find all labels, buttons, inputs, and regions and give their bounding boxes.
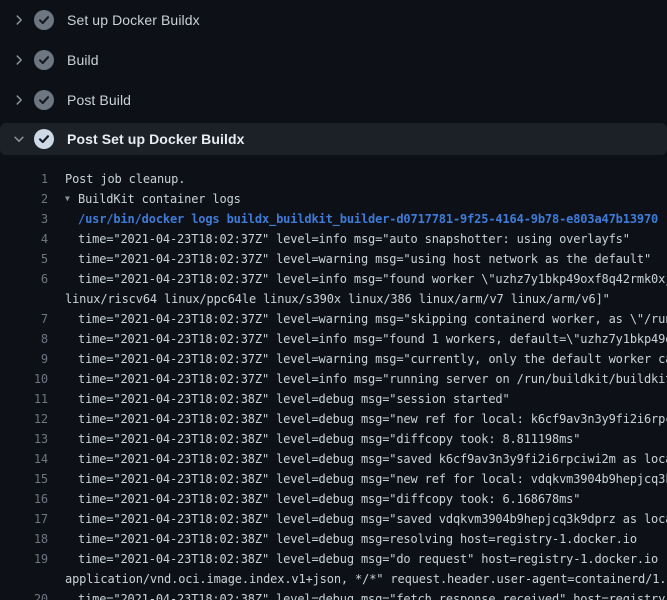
log-row: 9 time="2021-04-23T18:02:37Z" level=warni…: [0, 349, 667, 369]
line-number[interactable]: 2: [0, 189, 48, 209]
line-number[interactable]: 7: [0, 309, 48, 329]
line-number[interactable]: 1: [0, 169, 48, 189]
log-text: time="2021-04-23T18:02:37Z" level=warnin…: [78, 249, 651, 269]
log-wrap-row: linux/riscv64 linux/ppc64le linux/s390x …: [0, 289, 667, 309]
log-text: time="2021-04-23T18:02:38Z" level=debug …: [78, 469, 667, 489]
line-number[interactable]: 17: [0, 509, 48, 529]
log-text: time="2021-04-23T18:02:38Z" level=debug …: [78, 509, 667, 529]
log-command-text: /usr/bin/docker logs buildx_buildkit_bui…: [78, 209, 658, 229]
line-number[interactable]: 6: [0, 269, 48, 289]
log-row: 6 time="2021-04-23T18:02:37Z" level=info …: [0, 269, 667, 289]
steps-list: Set up Docker Buildx Build Post Build Po…: [0, 0, 667, 155]
log-row: 15 time="2021-04-23T18:02:38Z" level=debu…: [0, 469, 667, 489]
log-container: 1 Post job cleanup. 2 ▼BuildKit container l…: [0, 155, 667, 600]
log-text: application/vnd.oci.image.index.v1+json,…: [65, 569, 667, 589]
line-number[interactable]: 4: [0, 229, 48, 249]
step-label: Build: [67, 52, 99, 68]
log-row: 3/usr/bin/docker logs buildx_buildkit_bu…: [0, 209, 667, 229]
line-number[interactable]: 12: [0, 409, 48, 429]
success-check-icon: [34, 10, 54, 30]
line-number[interactable]: 11: [0, 389, 48, 409]
log-row: 17 time="2021-04-23T18:02:38Z" level=debu…: [0, 509, 667, 529]
log-text: time="2021-04-23T18:02:38Z" level=debug …: [78, 589, 667, 600]
success-check-icon: [34, 90, 54, 110]
log-row: 12 time="2021-04-23T18:02:38Z" level=debu…: [0, 409, 667, 429]
line-number: [0, 289, 48, 309]
log-text: time="2021-04-23T18:02:37Z" level=info m…: [78, 269, 667, 289]
log-row: 14 time="2021-04-23T18:02:38Z" level=debu…: [0, 449, 667, 469]
step-header-set-up-docker-buildx[interactable]: Set up Docker Buildx: [0, 0, 667, 40]
log-row: 4 time="2021-04-23T18:02:37Z" level=info …: [0, 229, 667, 249]
log-text: BuildKit container logs: [78, 189, 241, 209]
line-number: [0, 569, 48, 589]
log-text: time="2021-04-23T18:02:38Z" level=debug …: [78, 429, 580, 449]
log-row: 11 time="2021-04-23T18:02:38Z" level=debu…: [0, 389, 667, 409]
step-header-build[interactable]: Build: [0, 40, 667, 80]
log-wrap-row: application/vnd.oci.image.index.v1+json,…: [0, 569, 667, 589]
chevron-right-icon: [12, 53, 34, 67]
log-row: 16 time="2021-04-23T18:02:38Z" level=debu…: [0, 489, 667, 509]
chevron-right-icon: [12, 13, 34, 27]
log-row: 18 time="2021-04-23T18:02:38Z" level=debu…: [0, 529, 667, 549]
log-text: time="2021-04-23T18:02:37Z" level=warnin…: [78, 309, 667, 329]
success-check-icon: [34, 129, 54, 149]
step-label: Post Build: [67, 92, 131, 108]
log-row: 8 time="2021-04-23T18:02:37Z" level=info …: [0, 329, 667, 349]
line-number[interactable]: 20: [0, 589, 48, 600]
group-expand-triangle-icon: ▼: [65, 189, 78, 209]
line-number[interactable]: 15: [0, 469, 48, 489]
log-text: time="2021-04-23T18:02:38Z" level=debug …: [78, 529, 637, 549]
log-row: 5 time="2021-04-23T18:02:37Z" level=warni…: [0, 249, 667, 269]
line-number[interactable]: 9: [0, 349, 48, 369]
line-number[interactable]: 19: [0, 549, 48, 569]
line-number[interactable]: 14: [0, 449, 48, 469]
log-text: linux/riscv64 linux/ppc64le linux/s390x …: [65, 289, 610, 309]
line-number[interactable]: 8: [0, 329, 48, 349]
log-text: time="2021-04-23T18:02:38Z" level=debug …: [78, 409, 667, 429]
log-text: time="2021-04-23T18:02:38Z" level=debug …: [78, 549, 667, 569]
line-number[interactable]: 18: [0, 529, 48, 549]
log-row: 19 time="2021-04-23T18:02:38Z" level=debu…: [0, 549, 667, 569]
log-row: 1 Post job cleanup.: [0, 169, 667, 189]
log-text: time="2021-04-23T18:02:37Z" level=info m…: [78, 329, 667, 349]
log-text: time="2021-04-23T18:02:38Z" level=debug …: [78, 489, 580, 509]
step-label: Post Set up Docker Buildx: [67, 131, 245, 147]
log-text: time="2021-04-23T18:02:37Z" level=info m…: [78, 369, 667, 389]
line-number[interactable]: 16: [0, 489, 48, 509]
log-group-row[interactable]: 2 ▼BuildKit container logs: [0, 189, 667, 209]
log-text: time="2021-04-23T18:02:38Z" level=debug …: [78, 449, 667, 469]
success-check-icon: [34, 50, 54, 70]
step-header-post-set-up-docker-buildx[interactable]: Post Set up Docker Buildx: [0, 123, 667, 155]
log-row: 20 time="2021-04-23T18:02:38Z" level=debu…: [0, 589, 667, 600]
log-row: 13 time="2021-04-23T18:02:38Z" level=debu…: [0, 429, 667, 449]
line-number[interactable]: 3: [0, 209, 48, 229]
log-text: Post job cleanup.: [65, 169, 185, 189]
line-number[interactable]: 13: [0, 429, 48, 449]
workflow-log-viewer: Set up Docker Buildx Build Post Build Po…: [0, 0, 667, 600]
step-label: Set up Docker Buildx: [67, 12, 200, 28]
log-row: 10 time="2021-04-23T18:02:37Z" level=info…: [0, 369, 667, 389]
line-number[interactable]: 10: [0, 369, 48, 389]
log-text: time="2021-04-23T18:02:38Z" level=debug …: [78, 389, 510, 409]
chevron-down-icon: [12, 132, 34, 146]
chevron-right-icon: [12, 93, 34, 107]
step-header-post-build[interactable]: Post Build: [0, 80, 667, 120]
log-text: time="2021-04-23T18:02:37Z" level=warnin…: [78, 349, 667, 369]
line-number[interactable]: 5: [0, 249, 48, 269]
log-text: time="2021-04-23T18:02:37Z" level=info m…: [78, 229, 630, 249]
log-row: 7 time="2021-04-23T18:02:37Z" level=warni…: [0, 309, 667, 329]
